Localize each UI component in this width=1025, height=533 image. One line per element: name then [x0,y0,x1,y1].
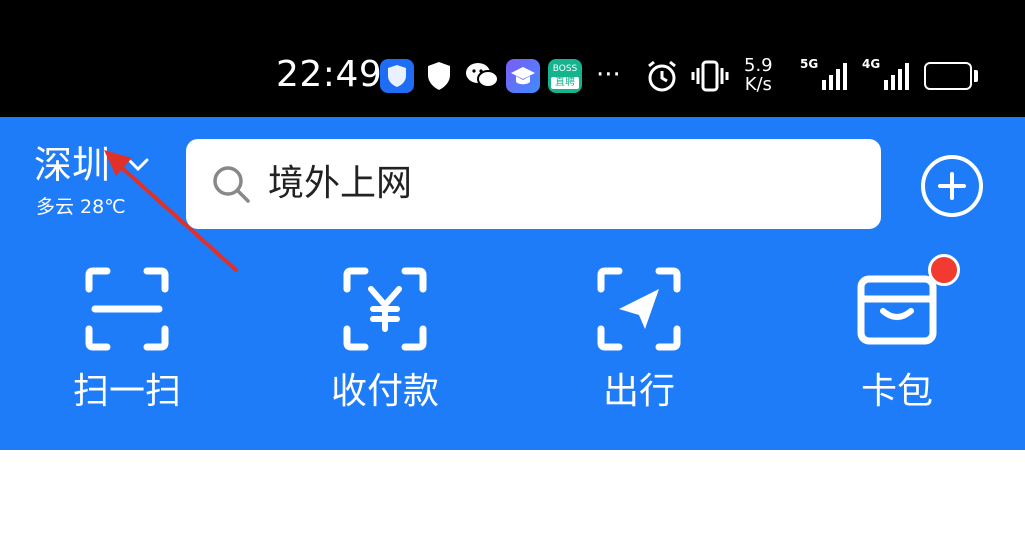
add-button[interactable] [921,155,983,217]
search-icon [213,166,250,203]
vibrate-icon [690,58,730,98]
payment-icon [343,267,427,351]
education-app-icon [506,59,540,93]
wallet-icon [857,275,937,345]
shortcut-label: 扫一扫 [72,371,181,412]
battery-level: 37 [934,64,962,88]
shortcut-label: 出行 [602,371,675,412]
network-speed-unit: K/s [744,74,772,95]
wechat-icon [464,60,500,96]
shield-icon [424,59,454,97]
shortcut-payment[interactable]: 收付款 [310,267,460,450]
shortcut-label: 卡包 [860,371,933,412]
shortcut-scan[interactable]: 扫一扫 [52,267,202,450]
weather-info: 多云 28℃ [36,196,126,218]
network-speed: 5.9 K/s [744,56,773,94]
search-input[interactable] [268,157,718,211]
status-time: 22:49 [276,54,383,95]
signal-5g-icon: 5G [800,58,856,98]
signal-4g-icon: 4G [862,58,918,98]
network-type-5g: 5G [800,57,819,71]
city-selector[interactable]: 深圳 [34,141,110,189]
shortcut-travel[interactable]: 出行 [564,267,714,450]
boss-app-text: BOSS [552,64,578,74]
shortcut-label: 收付款 [330,371,439,412]
shortcut-wallet[interactable]: 卡包 [822,267,972,450]
home-header: 深圳 多云 28℃ 搜索 扫一扫 收付款 [0,117,1025,530]
boss-app-icon: BOSS 直聘 [548,59,582,93]
search-bar[interactable]: 搜索 [186,139,988,258]
network-type-4g: 4G [862,57,881,71]
plus-icon [938,172,966,200]
status-bar: 22:49 BOSS 直聘 ··· 5.9 K/s 5G 4G 37 [0,0,1025,117]
network-speed-value: 5.9 [744,55,773,76]
travel-icon [597,267,681,351]
scan-icon [85,267,169,351]
shield-app-icon [380,59,414,93]
battery-tip [974,70,978,82]
notification-badge [928,254,960,286]
battery-icon: 37 [924,62,972,90]
alarm-icon [644,58,680,98]
boss-app-subtext: 直聘 [551,77,579,89]
chevron-down-icon[interactable] [124,151,152,179]
watermark: 知乎 @凡心 [836,505,953,530]
more-icon: ··· [596,60,621,90]
